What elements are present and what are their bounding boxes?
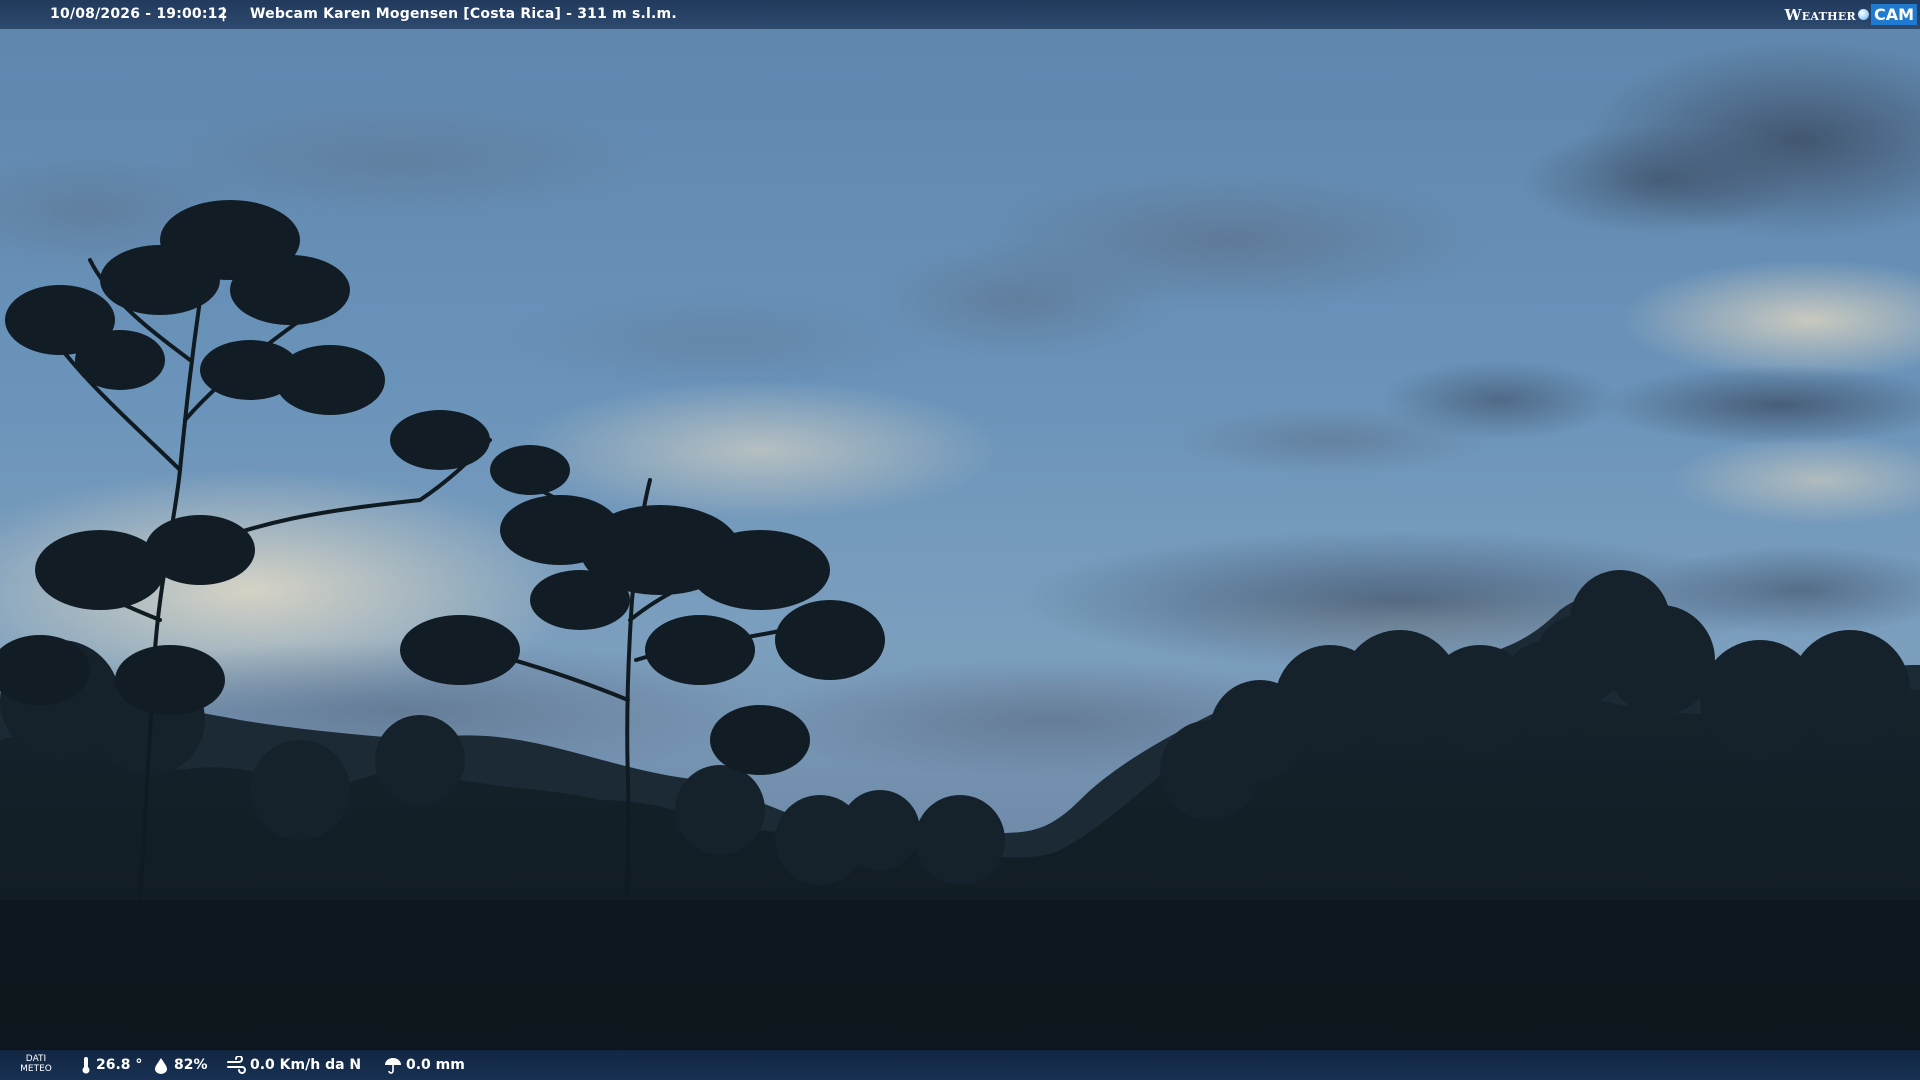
webcam-frame: 10/08/2026 - 19:00:12 | Webcam Karen Mog… bbox=[0, 0, 1920, 1080]
rain-reading: 0.0 mm bbox=[384, 1056, 465, 1074]
temperature-reading: 26.8 ° bbox=[80, 1056, 142, 1074]
weather-data-bar: DATI METEO 26.8 ° 82% 0.0 Km/h da N 0.0 … bbox=[0, 1050, 1920, 1080]
humidity-reading: 82% bbox=[152, 1056, 208, 1074]
header-separator: | bbox=[221, 6, 227, 22]
umbrella-icon bbox=[385, 1058, 401, 1074]
thermometer-icon bbox=[82, 1057, 90, 1074]
logo-cam-text: CAM bbox=[1870, 4, 1917, 25]
humidity-value: 82% bbox=[174, 1057, 208, 1073]
capture-datetime: 10/08/2026 - 19:00:12 bbox=[50, 6, 228, 22]
webcam-header-bar: 10/08/2026 - 19:00:12 | Webcam Karen Mog… bbox=[0, 0, 1920, 29]
logo-weather-text: Weather bbox=[1784, 5, 1856, 24]
wind-value: 0.0 Km/h da N bbox=[250, 1057, 362, 1073]
wind-icon bbox=[227, 1056, 246, 1074]
weather-data-label-line2: METEO bbox=[20, 1064, 52, 1074]
weather-data-label-line1: DATI bbox=[25, 1054, 47, 1064]
temperature-value: 26.8 ° bbox=[96, 1057, 143, 1073]
webcam-title: Webcam Karen Mogensen [Costa Rica] - 311… bbox=[250, 6, 677, 22]
logo-globe-icon bbox=[1857, 9, 1869, 20]
humidity-icon bbox=[155, 1058, 167, 1074]
weathercam-logo: Weather CAM bbox=[1785, 2, 1917, 27]
weather-data-label: DATI METEO bbox=[14, 1054, 58, 1074]
rain-value: 0.0 mm bbox=[406, 1057, 465, 1073]
wind-reading: 0.0 Km/h da N bbox=[226, 1056, 361, 1074]
webcam-scene bbox=[0, 0, 1920, 1080]
